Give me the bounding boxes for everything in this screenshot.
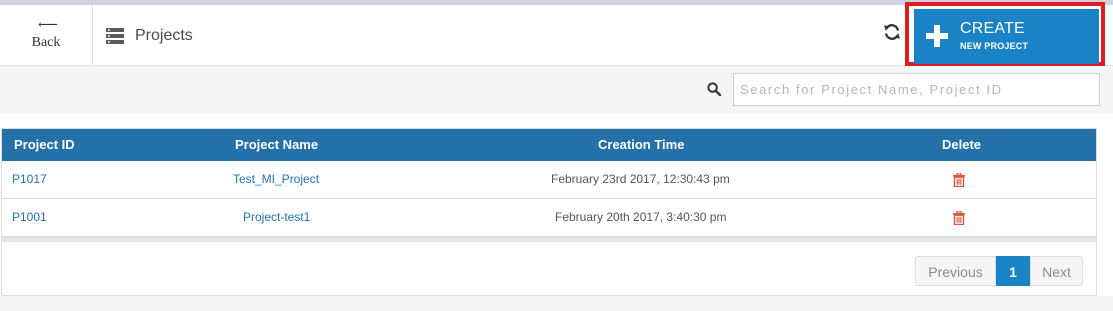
page-title: Projects: [106, 27, 193, 45]
column-header-project-name[interactable]: Project Name: [235, 129, 318, 161]
search-bar: [0, 66, 1113, 114]
project-id-link[interactable]: P1001: [12, 199, 47, 236]
back-label: Back: [31, 35, 61, 50]
page-title-label: Projects: [135, 27, 193, 44]
refresh-icon[interactable]: [883, 23, 901, 41]
creation-time: February 23rd 2017, 12:30:43 pm: [551, 172, 730, 186]
back-button[interactable]: ⟵ Back: [0, 5, 93, 65]
create-label: CREATE: [960, 20, 1025, 37]
column-header-delete: Delete: [942, 137, 982, 152]
table-row: P1001 Project-test1 February 20th 2017, …: [2, 199, 1096, 237]
pagination-next-button[interactable]: Next: [1030, 256, 1083, 286]
pagination: Previous 1 Next: [915, 256, 1083, 286]
bottom-band: [0, 296, 1113, 311]
search-input[interactable]: [733, 73, 1100, 106]
project-id-link[interactable]: P1017: [12, 161, 47, 198]
plus-icon: [926, 25, 948, 47]
project-name-link[interactable]: Test_MI_Project: [233, 161, 319, 198]
create-sublabel: NEW PROJECT: [960, 41, 1029, 51]
create-new-project-button[interactable]: CREATE NEW PROJECT: [914, 9, 1099, 64]
search-icon: [707, 82, 721, 96]
trash-icon[interactable]: [953, 173, 965, 187]
creation-time: February 20th 2017, 3:40:30 pm: [555, 210, 727, 224]
column-header-creation-time[interactable]: Creation Time: [598, 129, 684, 161]
project-name-link[interactable]: Project-test1: [243, 199, 310, 236]
back-arrow-icon: ⟵: [38, 17, 59, 33]
server-icon: [106, 28, 124, 44]
table-header: Project ID Project Name Creation Time De…: [2, 129, 1096, 161]
table-footer: Previous 1 Next: [1, 238, 1097, 296]
pagination-previous-button[interactable]: Previous: [915, 256, 996, 286]
pagination-page-1[interactable]: 1: [996, 256, 1030, 286]
column-header-project-id[interactable]: Project ID: [14, 129, 75, 161]
projects-table: Project ID Project Name Creation Time De…: [1, 128, 1097, 238]
trash-icon[interactable]: [953, 211, 965, 225]
table-row: P1017 Test_MI_Project February 23rd 2017…: [2, 161, 1096, 199]
